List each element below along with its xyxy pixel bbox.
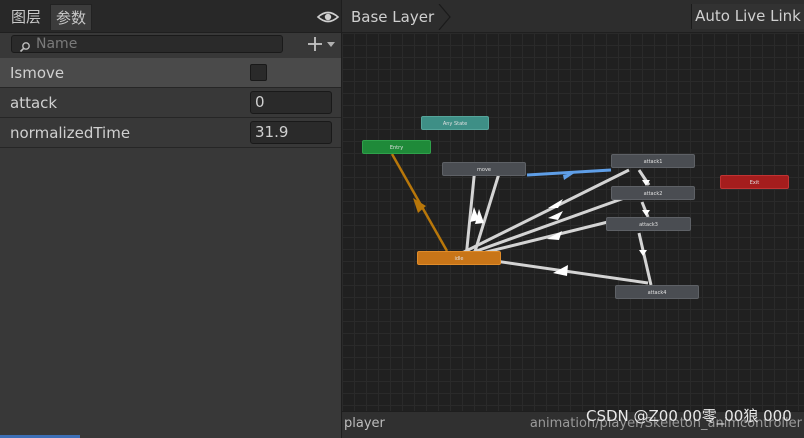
parameter-int-field[interactable]: 0 <box>250 91 332 114</box>
parameter-row-normalizedtime[interactable]: normalizedTime 31.9 <box>0 118 341 148</box>
eye-icon[interactable] <box>316 8 340 26</box>
add-parameter-button[interactable] <box>305 34 339 54</box>
state-attack1[interactable]: attack1 <box>611 154 695 168</box>
panel-tab-bar: 图层 参数 <box>0 0 341 33</box>
state-any-state[interactable]: Any State <box>421 116 489 130</box>
state-entry[interactable]: Entry <box>362 140 431 154</box>
tab-layers[interactable]: 图层 <box>6 4 46 30</box>
animator-graph: Base Layer Auto Live Link Any State Entr… <box>342 0 804 438</box>
controller-name: player <box>344 416 385 431</box>
state-idle[interactable]: idle <box>417 251 501 265</box>
chevron-down-icon <box>327 42 335 47</box>
state-attack2[interactable]: attack2 <box>611 186 695 200</box>
state-exit[interactable]: Exit <box>720 175 789 189</box>
transition-arrow-icon <box>639 250 647 256</box>
breadcrumb-base-layer[interactable]: Base Layer <box>342 5 446 29</box>
search-input[interactable] <box>36 36 276 52</box>
parameter-name: Ismove <box>10 64 65 82</box>
search-row <box>0 33 341 57</box>
parameter-row-attack[interactable]: attack 0 <box>0 88 341 118</box>
transition-line <box>637 232 653 286</box>
transition-line <box>640 201 650 218</box>
parameter-row-ismove[interactable]: Ismove <box>0 58 341 88</box>
parameter-bool-checkbox[interactable] <box>250 64 267 81</box>
auto-live-link-button[interactable]: Auto Live Link <box>691 4 804 29</box>
graph-canvas[interactable]: Any State Entry Exit move attack1 attack… <box>342 33 804 411</box>
state-attack3[interactable]: attack3 <box>606 217 691 231</box>
search-box[interactable] <box>11 35 283 53</box>
state-attack4[interactable]: attack4 <box>615 285 699 299</box>
parameter-float-field[interactable]: 31.9 <box>250 121 332 144</box>
tab-parameters[interactable]: 参数 <box>50 4 93 30</box>
transition-line <box>494 259 649 285</box>
watermark-text: CSDN @Z00 00零_00狼 000 <box>586 407 792 425</box>
state-move[interactable]: move <box>442 162 526 176</box>
parameters-panel: 图层 参数 Name Ismove attack 0 normalizedTim… <box>0 0 342 438</box>
parameter-name: attack <box>10 94 58 112</box>
transition-line <box>455 168 630 258</box>
parameter-name: normalizedTime <box>10 124 131 142</box>
plus-icon <box>308 37 322 51</box>
graph-toolbar: Base Layer Auto Live Link <box>342 0 804 33</box>
transition-arrow-icon <box>548 211 563 220</box>
search-icon <box>19 38 31 53</box>
breadcrumb-arrow-icon <box>438 3 452 31</box>
